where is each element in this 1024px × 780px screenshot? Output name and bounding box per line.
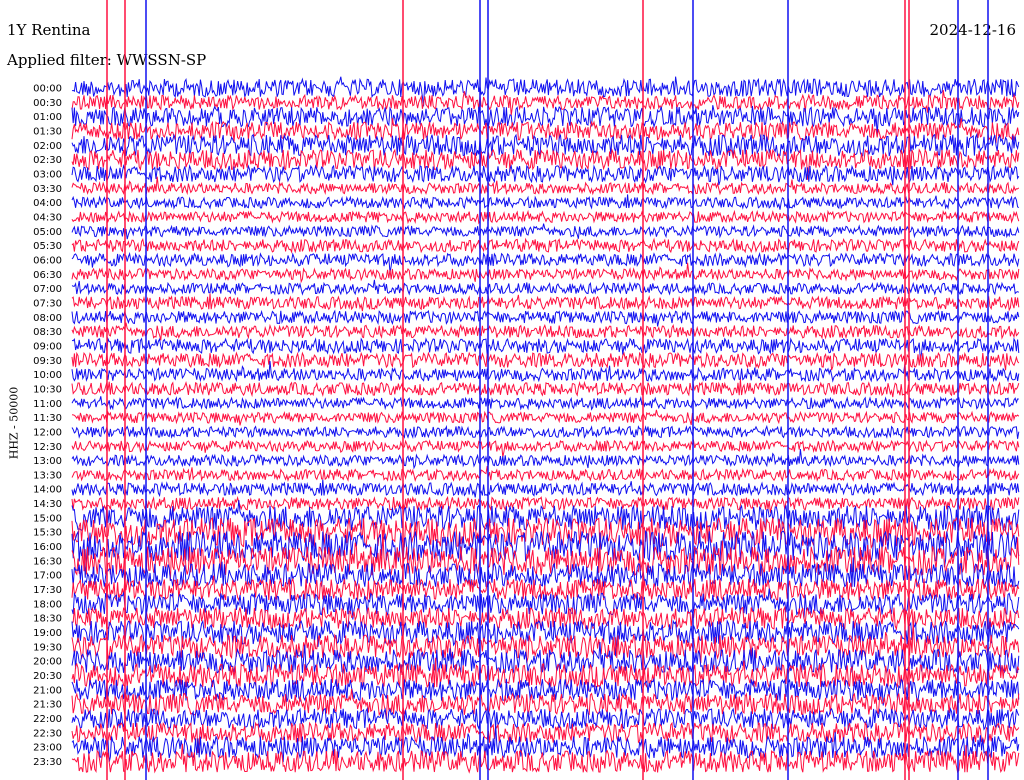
row-label-1830: 18:30 [33,614,62,625]
row-label-0800: 08:00 [33,313,62,324]
row-label-2100: 21:00 [33,685,62,696]
trace-1400 [71,479,1020,498]
row-label-1500: 15:00 [33,513,62,524]
row-label-1030: 10:30 [33,384,62,395]
trace-0430 [71,209,1020,225]
row-label-1430: 14:30 [33,499,62,510]
row-label-0830: 08:30 [33,327,62,338]
traces-group [71,0,1020,780]
row-label-0000: 00:00 [33,84,62,95]
row-label-0400: 04:00 [33,198,62,209]
trace-1830 [71,605,1020,631]
trace-1330 [71,466,1020,483]
trace-0400 [71,194,1020,210]
row-label-2330: 23:30 [33,757,62,768]
trace-0930 [71,351,1020,371]
trace-0100 [71,105,1020,136]
trace-0500 [71,223,1020,240]
row-label-0230: 02:30 [33,155,62,166]
row-label-1800: 18:00 [33,599,62,610]
row-label-0100: 01:00 [33,112,62,123]
row-label-1730: 17:30 [33,585,62,596]
row-ticks-group: 00:00 00:30 01:00 01:30 02:00 02:30 03:00 03:30… [33,84,62,769]
row-label-0030: 00:30 [33,98,62,109]
row-label-0730: 07:30 [33,298,62,309]
trace-0030 [71,89,1020,116]
row-label-1230: 12:30 [33,442,62,453]
trace-0530 [71,237,1020,254]
row-label-1630: 16:30 [33,556,62,567]
row-label-1700: 17:00 [33,571,62,582]
trace-0630 [71,262,1020,284]
row-label-1100: 11:00 [33,399,62,410]
row-label-0430: 04:30 [33,213,62,224]
trace-0600 [71,251,1020,273]
trace-0300 [71,163,1020,186]
row-label-1600: 16:00 [33,542,62,553]
row-label-1000: 10:00 [33,370,62,381]
row-label-2200: 22:00 [33,714,62,725]
trace-1130 [71,409,1020,426]
trace-0730 [71,293,1020,312]
row-label-0130: 01:30 [33,127,62,138]
row-label-1330: 13:30 [33,470,62,481]
row-label-2030: 20:30 [33,671,62,682]
row-label-0500: 05:00 [33,227,62,238]
row-label-0330: 03:30 [33,184,62,195]
row-label-2230: 22:30 [33,728,62,739]
row-label-1130: 11:30 [33,413,62,424]
row-label-2000: 20:00 [33,657,62,668]
row-label-0530: 05:30 [33,241,62,252]
trace-0200 [71,132,1020,158]
row-label-1930: 19:30 [33,642,62,653]
row-label-2300: 23:00 [33,743,62,754]
row-label-1400: 14:00 [33,485,62,496]
trace-1230 [71,439,1020,458]
row-label-1200: 12:00 [33,427,62,438]
row-label-0600: 06:00 [33,256,62,267]
row-label-1900: 19:00 [33,628,62,639]
row-label-0200: 02:00 [33,141,62,152]
trace-1200 [71,424,1020,440]
trace-1300 [71,448,1020,470]
row-label-0700: 07:00 [33,284,62,295]
trace-1100 [71,396,1019,411]
row-label-0900: 09:00 [33,341,62,352]
row-label-1530: 15:30 [33,528,62,539]
helicorder-plot: 00:00 00:30 01:00 01:30 02:00 02:30 03:00 03:30… [33,0,1020,780]
row-label-0930: 09:30 [33,356,62,367]
row-label-0300: 03:00 [33,170,62,181]
trace-1430 [71,495,1020,513]
trace-1030 [71,379,1020,398]
row-label-2130: 21:30 [33,700,62,711]
trace-0700 [71,279,1020,296]
trace-1000 [71,360,1020,383]
row-label-1300: 13:00 [33,456,62,467]
trace-0800 [71,309,1020,327]
trace-0830 [71,322,1020,341]
row-label-0630: 06:30 [33,270,62,281]
